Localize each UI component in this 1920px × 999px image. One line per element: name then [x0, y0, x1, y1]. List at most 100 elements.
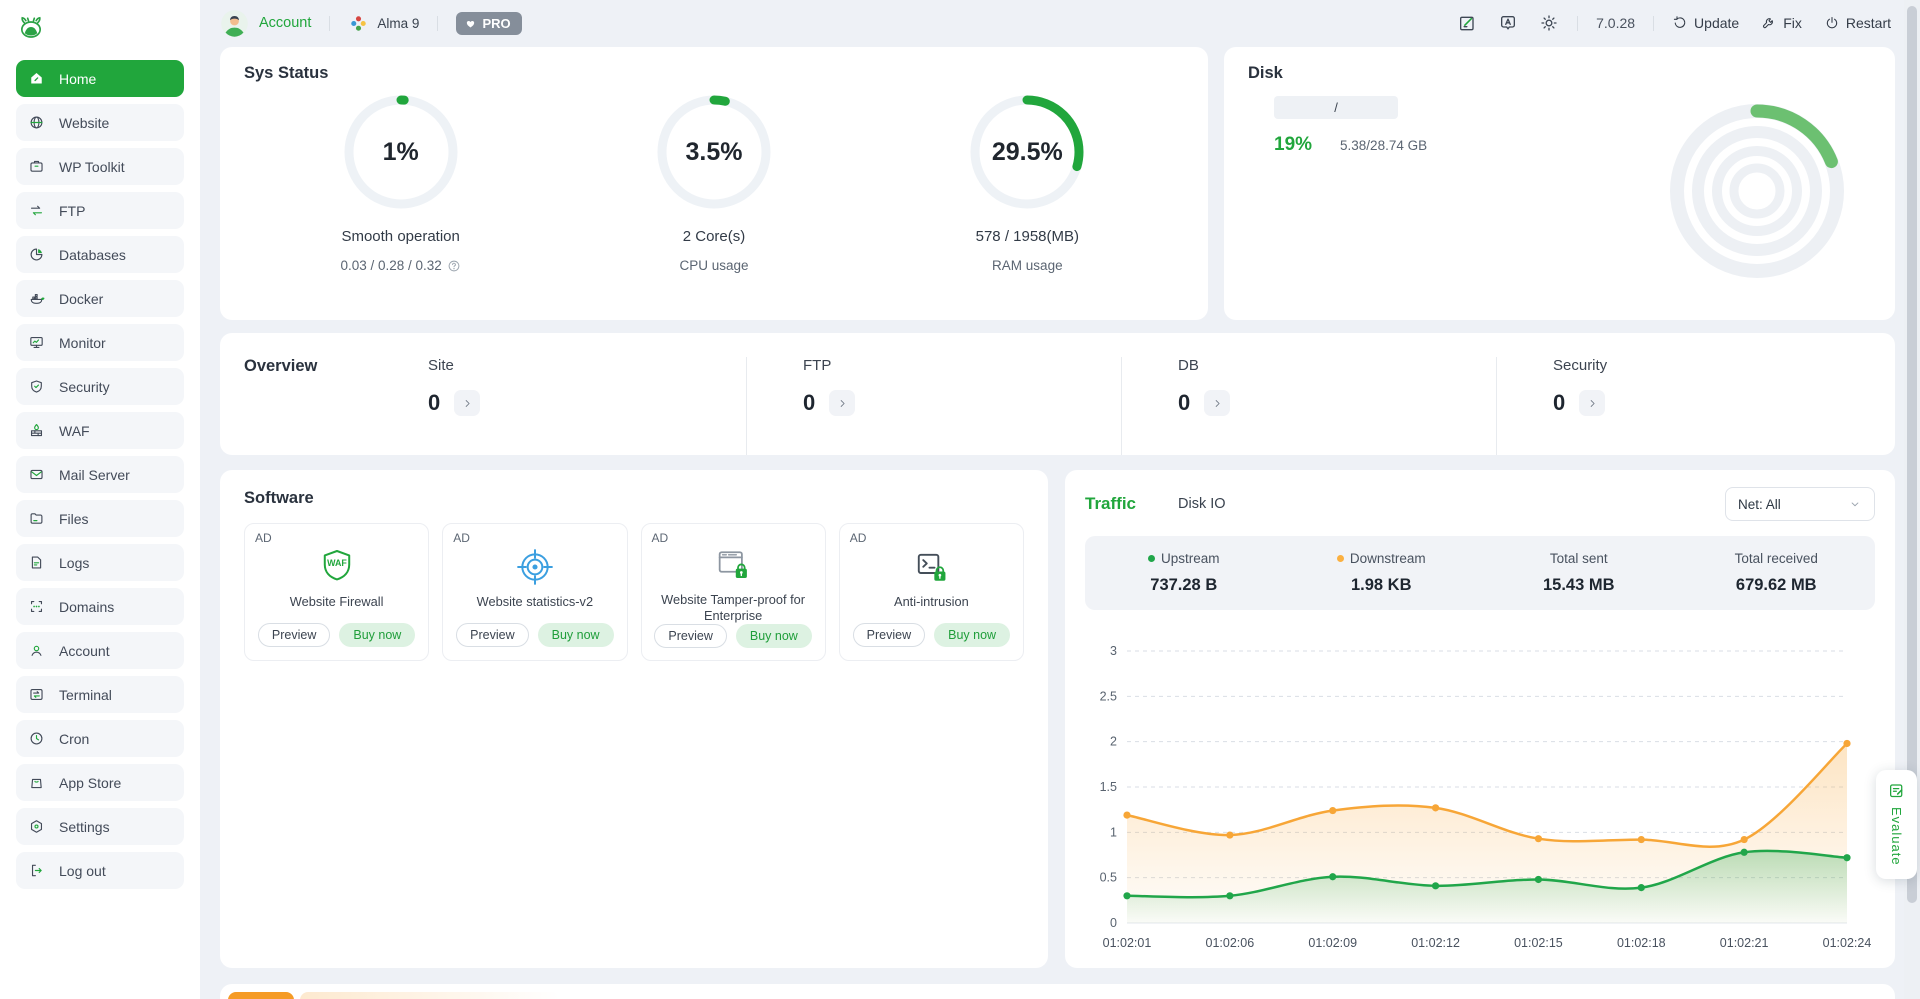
overview-goto-button[interactable] — [1579, 390, 1605, 416]
sidebar-item-log-out[interactable]: Log out — [16, 852, 184, 889]
restart-button[interactable]: Restart — [1824, 15, 1891, 31]
scrollbar-thumb[interactable] — [1907, 6, 1917, 903]
stat-label: Upstream — [1161, 551, 1220, 566]
software-card: Software ADWAFWebsite FirewallPreviewBuy… — [220, 470, 1048, 968]
edit-icon[interactable] — [1457, 13, 1477, 33]
aapanel-logo-icon — [16, 12, 46, 42]
buy-now-button[interactable]: Buy now — [339, 623, 415, 647]
theme-sun-icon[interactable] — [1539, 13, 1559, 33]
language-icon[interactable] — [1498, 13, 1518, 33]
lower-row: Software ADWAFWebsite FirewallPreviewBuy… — [220, 470, 1895, 968]
topbar-actions: 7.0.28 Update Fix Restart — [1436, 13, 1891, 33]
gauge-percent: 3.5% — [655, 93, 773, 211]
pro-badge[interactable]: PRO — [456, 12, 521, 35]
sidebar-item-terminal[interactable]: Terminal — [16, 676, 184, 713]
gauge-percent: 29.5% — [968, 93, 1086, 211]
sidebar-item-website[interactable]: Website — [16, 104, 184, 141]
software-grid: ADWAFWebsite FirewallPreviewBuy nowADWeb… — [244, 523, 1024, 661]
update-refresh-icon — [1672, 15, 1688, 31]
user-avatar[interactable] — [220, 9, 249, 38]
sidebar-item-cron[interactable]: Cron — [16, 720, 184, 757]
tab-traffic[interactable]: Traffic — [1085, 494, 1136, 514]
domains-icon — [28, 598, 45, 615]
sys-status-card: Sys Status 1%Smooth operation0.03 / 0.28… — [220, 47, 1208, 320]
sidebar-item-label: WAF — [59, 423, 90, 439]
sidebar-item-logs[interactable]: Logs — [16, 544, 184, 581]
sidebar-item-databases[interactable]: Databases — [16, 236, 184, 273]
preview-button[interactable]: Preview — [654, 624, 726, 648]
overview-goto-button[interactable] — [829, 390, 855, 416]
buy-now-button[interactable]: Buy now — [934, 623, 1010, 647]
mail-icon — [28, 466, 45, 483]
chevron-right-icon — [1211, 397, 1224, 410]
gauge-subcaption: CPU usage — [679, 258, 748, 273]
preview-button[interactable]: Preview — [456, 623, 528, 647]
sidebar-item-waf[interactable]: WAF — [16, 412, 184, 449]
security-icon — [28, 378, 45, 395]
sidebar-item-docker[interactable]: Docker — [16, 280, 184, 317]
stat-label: Total sent — [1550, 551, 1608, 566]
overview-col-ftp: FTP0 — [746, 357, 1121, 455]
evaluate-label: Evaluate — [1889, 807, 1904, 866]
sidebar-item-home[interactable]: Home — [16, 60, 184, 97]
sidebar-item-label: Cron — [59, 731, 89, 747]
logs-icon — [28, 554, 45, 571]
svg-text:01:02:06: 01:02:06 — [1206, 936, 1255, 950]
help-icon — [447, 259, 461, 273]
disk-mount-point[interactable]: / — [1274, 96, 1398, 119]
sidebar-item-monitor[interactable]: Monitor — [16, 324, 184, 361]
overview-label: DB — [1178, 357, 1496, 374]
divider — [437, 16, 438, 31]
software-ad-card: AD Anti-intrusionPreview Buy now — [839, 523, 1024, 661]
os-info[interactable]: Alma 9 — [348, 13, 419, 34]
update-button[interactable]: Update — [1672, 15, 1739, 31]
waf-icon — [28, 422, 45, 439]
gauge-caption: Smooth operation — [341, 228, 459, 245]
fix-button[interactable]: Fix — [1761, 15, 1802, 31]
sidebar-item-security[interactable]: Security — [16, 368, 184, 405]
preview-button[interactable]: Preview — [853, 623, 925, 647]
account-link[interactable]: Account — [259, 15, 311, 31]
traffic-stats-bar: Upstream737.28 BDownstream1.98 KBTotal s… — [1085, 536, 1875, 610]
sidebar-item-domains[interactable]: Domains — [16, 588, 184, 625]
preview-button[interactable]: Preview — [258, 623, 330, 647]
ad-label: AD — [850, 531, 867, 545]
tab-disk-io[interactable]: Disk IO — [1178, 496, 1226, 512]
sidebar-item-app-store[interactable]: App Store — [16, 764, 184, 801]
stat-value: 1.98 KB — [1283, 576, 1481, 595]
sidebar-item-ftp[interactable]: FTP — [16, 192, 184, 229]
overview-title: Overview — [244, 357, 372, 455]
sidebar-item-label: Terminal — [59, 687, 112, 703]
stat-label: Total received — [1735, 551, 1818, 566]
legend-dot — [1148, 555, 1155, 562]
divider — [329, 16, 330, 31]
buy-now-button[interactable]: Buy now — [736, 624, 812, 648]
cron-icon — [28, 730, 45, 747]
traffic-stat-total-received: Total received679.62 MB — [1678, 551, 1876, 595]
net-filter-dropdown[interactable]: Net: All — [1725, 487, 1875, 521]
buy-now-button[interactable]: Buy now — [538, 623, 614, 647]
sidebar-item-account[interactable]: Account — [16, 632, 184, 669]
software-name: Website Tamper-proof for Enterprise — [650, 592, 817, 624]
bottom-panel — [220, 984, 1895, 999]
sidebar-item-mail-server[interactable]: Mail Server — [16, 456, 184, 493]
monitor-icon — [28, 334, 45, 351]
evaluate-button[interactable]: Evaluate — [1876, 770, 1917, 879]
promo-button[interactable] — [228, 992, 294, 999]
sidebar-item-files[interactable]: Files — [16, 500, 184, 537]
gauge-caption: 578 / 1958(MB) — [976, 228, 1079, 245]
sidebar-item-settings[interactable]: Settings — [16, 808, 184, 845]
chevron-right-icon — [1586, 397, 1599, 410]
heart-icon — [464, 17, 477, 30]
overview-value: 0 — [1553, 390, 1565, 416]
overview-goto-button[interactable] — [454, 390, 480, 416]
logout-icon — [28, 862, 45, 879]
svg-text:1: 1 — [1110, 825, 1117, 839]
svg-text:WAF: WAF — [327, 558, 347, 568]
overview-goto-button[interactable] — [1204, 390, 1230, 416]
software-name: Anti-intrusion — [894, 594, 969, 623]
disk-usage-percent: 19% — [1274, 134, 1312, 156]
svg-text:1.5: 1.5 — [1100, 780, 1117, 794]
docker-icon — [28, 290, 45, 307]
sidebar-item-wp-toolkit[interactable]: WP Toolkit — [16, 148, 184, 185]
